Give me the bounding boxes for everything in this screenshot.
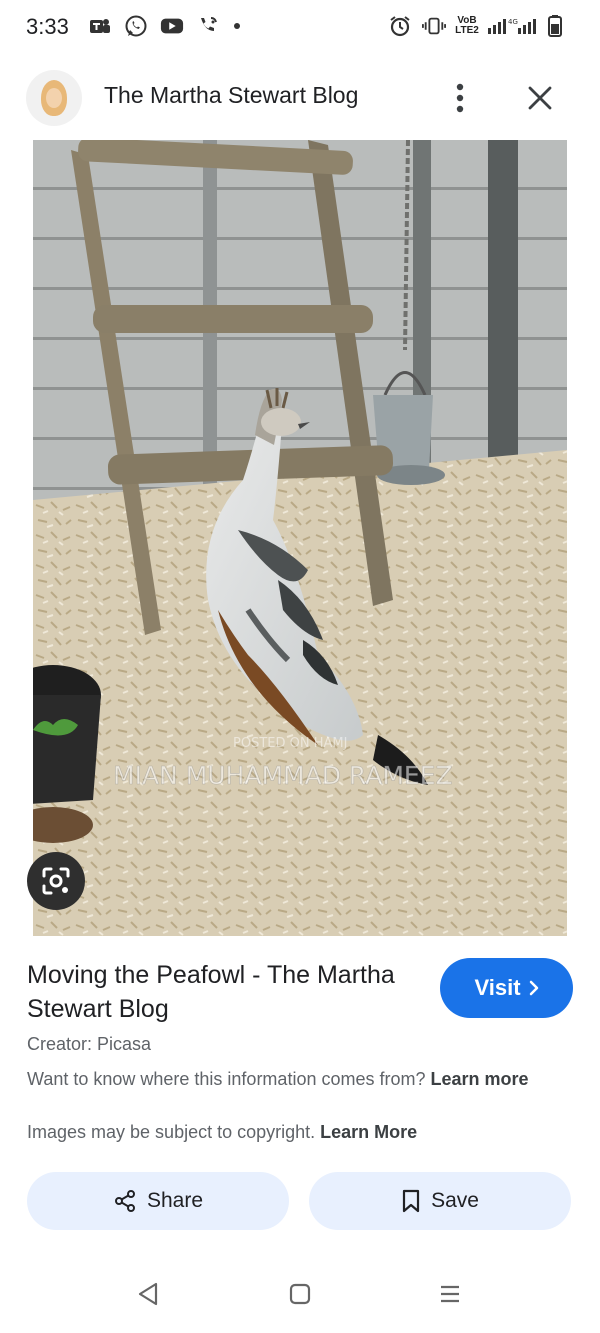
more-options-button[interactable]	[446, 78, 474, 118]
status-icons-left	[88, 14, 240, 38]
whatsapp-icon	[124, 14, 148, 38]
wifi-calling-icon	[196, 14, 220, 38]
lens-icon	[42, 867, 70, 895]
save-label: Save	[431, 1189, 479, 1212]
copyright-learn-more-link[interactable]: Learn More	[320, 1122, 417, 1142]
close-icon	[528, 86, 552, 110]
learn-more-link[interactable]: Learn more	[431, 1069, 529, 1089]
lens-search-button[interactable]	[27, 852, 85, 910]
watermark-line-1: POSTED ON HAMJ	[233, 736, 347, 751]
volte-icon: VoB LTE2	[455, 15, 479, 36]
copyright-notice: Images may be subject to copyright.	[27, 1122, 316, 1142]
info-source-text: Want to know where this information come…	[27, 1066, 567, 1093]
watermark-line-2: MIAN MUHAMMAD RAMEEZ	[113, 761, 453, 790]
site-title[interactable]: The Martha Stewart Blog	[104, 82, 358, 109]
back-icon	[138, 1282, 158, 1306]
svg-text:4G: 4G	[508, 18, 518, 26]
status-icons-right: VoB LTE2 4G	[388, 14, 562, 38]
copyright-text: Images may be subject to copyright. Lear…	[27, 1120, 567, 1144]
result-title[interactable]: Moving the Peafowl - The Martha Stewart …	[27, 958, 407, 1026]
source-header: The Martha Stewart Blog	[0, 54, 600, 140]
status-time: 3:33	[26, 14, 69, 39]
signal-icon: 4G	[488, 14, 538, 38]
result-image[interactable]: POSTED ON HAMJ MIAN MUHAMMAD RAMEEZ	[33, 140, 567, 936]
peafowl-photo: POSTED ON HAMJ MIAN MUHAMMAD RAMEEZ	[33, 140, 567, 936]
nav-recents-button[interactable]	[430, 1278, 470, 1310]
save-button[interactable]: Save	[309, 1172, 571, 1230]
recents-icon	[441, 1285, 459, 1303]
creator-text: Creator: Picasa	[27, 1034, 152, 1054]
share-icon	[114, 1190, 135, 1212]
battery-icon	[548, 14, 562, 38]
info-text: Want to know where this information come…	[27, 1069, 426, 1089]
home-icon	[289, 1283, 311, 1305]
visit-button[interactable]: Visit	[440, 958, 573, 1018]
youtube-icon	[160, 14, 184, 38]
more-vert-icon	[456, 83, 464, 113]
share-label: Share	[146, 1189, 204, 1212]
teams-icon	[88, 14, 112, 38]
nav-back-button[interactable]	[128, 1278, 168, 1310]
visit-label: Visit	[474, 975, 521, 1000]
status-bar: 3:33 VoB LTE2 4G	[0, 0, 600, 54]
vibrate-icon	[422, 14, 446, 38]
avatar-portrait	[41, 80, 67, 116]
system-nav-bar	[0, 1256, 600, 1333]
share-button[interactable]: Share	[27, 1172, 289, 1230]
alarm-icon	[388, 14, 412, 38]
chevron-right-icon	[529, 980, 538, 996]
nav-home-button[interactable]	[280, 1278, 320, 1310]
bookmark-icon	[402, 1189, 420, 1213]
site-avatar[interactable]	[26, 70, 82, 126]
close-button[interactable]	[520, 78, 560, 118]
notification-dot	[234, 23, 240, 29]
